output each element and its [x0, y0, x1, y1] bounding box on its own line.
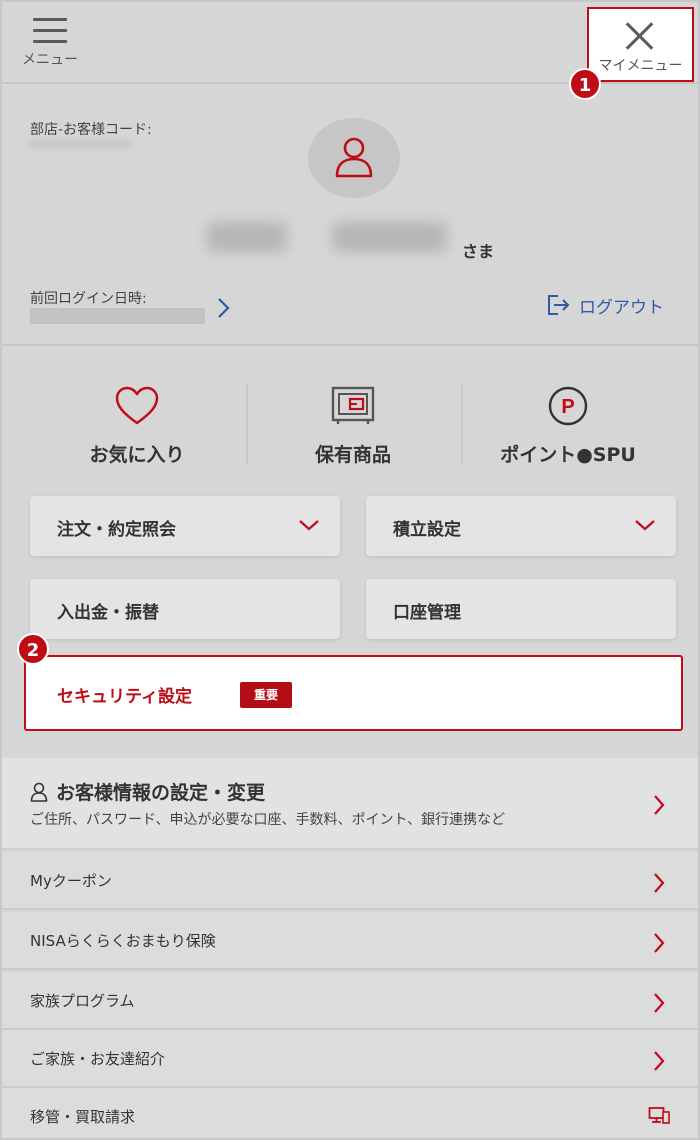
list-item-referral[interactable]: ご家族・お友達紹介 — [2, 1030, 698, 1088]
chevron-right-icon — [654, 933, 665, 953]
quick-links: お気に入り 保有商品 P ポイント●SPU — [2, 348, 698, 478]
list-item-label: NISAらくらくおまもり保険 — [30, 932, 216, 950]
security-settings-label: セキュリティ設定 — [57, 687, 192, 707]
chevron-right-icon — [654, 873, 665, 893]
user-icon — [335, 137, 373, 178]
holdings-label: 保有商品 — [314, 444, 391, 466]
safe-icon — [331, 386, 375, 424]
last-login-label: 前回ログイン日時: — [30, 291, 147, 307]
chevron-down-icon — [299, 520, 319, 531]
favorites-link[interactable]: お気に入り — [22, 384, 252, 474]
customer-info-description: ご住所、パスワード、申込が必要な口座、手数料、ポイント、銀行連携など — [30, 812, 506, 828]
list-item-label: 移管・買取請求 — [30, 1108, 136, 1126]
chevron-right-icon[interactable] — [215, 296, 233, 320]
hamburger-icon — [33, 18, 67, 43]
list-item-family-program[interactable]: 家族プログラム — [2, 972, 698, 1030]
list-item-label: 家族プログラム — [30, 992, 135, 1010]
list-item-label: Myクーポン — [30, 872, 112, 890]
accumulation-settings-label: 積立設定 — [393, 520, 461, 540]
list-item-my-coupon[interactable]: Myクーポン — [2, 852, 698, 910]
customer-info-title: お客様情報の設定・変更 — [30, 778, 265, 805]
chevron-right-icon — [654, 993, 665, 1013]
avatar — [308, 118, 400, 198]
customer-info-settings-link[interactable]: お客様情報の設定・変更 ご住所、パスワード、申込が必要な口座、手数料、ポイント、… — [2, 758, 698, 850]
orders-inquiry-label: 注文・約定照会 — [57, 520, 176, 540]
points-spu-label: ポイント●SPU — [500, 444, 636, 466]
customer-code-label: 部店-お客様コード: — [30, 122, 152, 138]
user-icon — [30, 782, 48, 802]
logout-label: ログアウト — [579, 297, 664, 318]
list-item-label: ご家族・お友達紹介 — [30, 1050, 166, 1068]
points-spu-link[interactable]: P ポイント●SPU — [453, 384, 683, 474]
svg-text:P: P — [561, 396, 574, 418]
heart-icon — [115, 386, 159, 425]
my-menu-screen: メニュー マイメニュー 1 部店-お客様コード: さま 前回ログイン日時: ログ… — [0, 0, 700, 1140]
security-settings-button[interactable]: セキュリティ設定 重要 — [24, 655, 683, 731]
deposit-transfer-label: 入出金・振替 — [57, 603, 159, 623]
important-badge: 重要 — [240, 682, 293, 708]
annotation-badge-1: 1 — [569, 68, 601, 100]
menu-label: メニュー — [22, 52, 78, 68]
customer-code-value-redacted — [30, 139, 130, 148]
point-p-icon: P — [548, 386, 588, 426]
favorites-label: お気に入り — [89, 444, 185, 466]
deposit-transfer-button[interactable]: 入出金・振替 — [30, 579, 340, 639]
holdings-link[interactable]: 保有商品 — [238, 384, 468, 474]
customer-name-redacted — [207, 222, 457, 252]
logout-icon — [548, 295, 570, 315]
close-my-menu-label: マイメニュー — [598, 58, 683, 74]
account-management-label: 口座管理 — [393, 603, 461, 623]
logout-link[interactable]: ログアウト — [547, 293, 664, 318]
chevron-right-icon — [654, 1051, 665, 1071]
customer-info-title-text: お客様情報の設定・変更 — [56, 782, 266, 804]
last-login-value-redacted — [30, 308, 205, 324]
pc-screen-icon — [648, 1107, 670, 1124]
close-icon — [625, 21, 655, 51]
chevron-right-icon — [654, 795, 665, 815]
list-item-nisa-insurance[interactable]: NISAらくらくおまもり保険 — [2, 912, 698, 970]
close-my-menu-button[interactable]: マイメニュー — [587, 7, 694, 82]
accumulation-settings-button[interactable]: 積立設定 — [366, 496, 676, 556]
list-item-transfer-purchase[interactable]: 移管・買取請求 — [2, 1088, 698, 1138]
honorific-label: さま — [462, 242, 495, 261]
chevron-down-icon — [635, 520, 655, 531]
profile-section: 部店-お客様コード: さま 前回ログイン日時: ログアウト — [2, 86, 698, 346]
annotation-badge-2: 2 — [17, 633, 49, 665]
account-management-button[interactable]: 口座管理 — [366, 579, 676, 639]
orders-inquiry-button[interactable]: 注文・約定照会 — [30, 496, 340, 556]
menu-button[interactable]: メニュー — [14, 16, 86, 76]
